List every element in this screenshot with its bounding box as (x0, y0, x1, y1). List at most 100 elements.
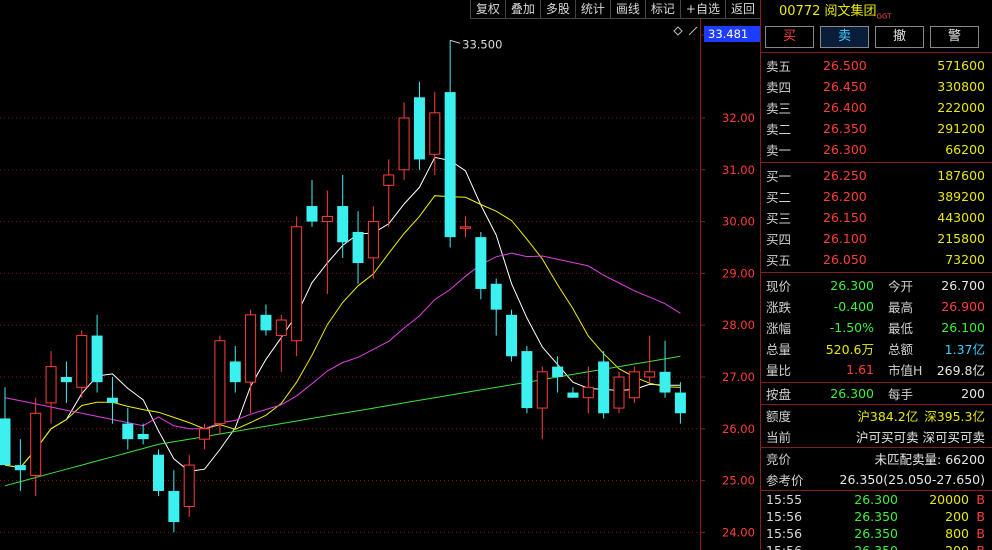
candle-body (199, 428, 211, 440)
bids-row-3[interactable]: 买四 26.100 215800 (761, 228, 992, 249)
candle[interactable] (521, 345, 533, 414)
y-tick-label: 30.00 (722, 215, 755, 229)
asks-volume: 330800 (937, 79, 985, 94)
trade-button-1[interactable]: 卖 (820, 26, 869, 48)
candle-body (582, 386, 594, 399)
candle-body (644, 371, 656, 378)
current-status: 沪可买可卖 深可买可卖 (856, 430, 985, 445)
toolbar-button-3[interactable]: 统计 (574, 0, 610, 19)
asks-volume: 222000 (937, 100, 985, 115)
asks-price: 26.350 (823, 121, 867, 136)
bids-row-2[interactable]: 买三 26.150 443000 (761, 207, 992, 228)
asks-row-3[interactable]: 卖二 26.350 291200 (761, 118, 992, 139)
asks-price: 26.300 (823, 142, 867, 157)
quote-value: 26.300 (830, 278, 874, 293)
toolbar-button-1[interactable]: 叠加 (504, 0, 540, 19)
candle-body (14, 465, 26, 471)
price-badge: 33.481 (708, 27, 748, 41)
candle-body (536, 371, 548, 409)
candle-body (444, 92, 456, 238)
trade-button-3[interactable]: 警 (930, 26, 979, 48)
candle-body (30, 412, 42, 476)
candle-body (45, 366, 57, 404)
bids-row-1[interactable]: 买二 26.200 389200 (761, 186, 992, 207)
candle[interactable] (291, 216, 303, 357)
candle[interactable] (628, 366, 640, 403)
candle-body (398, 117, 410, 171)
asks-row-4[interactable]: 卖一 26.300 66200 (761, 139, 992, 160)
candle-body (153, 454, 164, 491)
candle-body (659, 371, 671, 393)
toolbar-button-2[interactable]: 多股 (539, 0, 575, 19)
asks-volume: 291200 (937, 121, 985, 136)
stock-code: 00772 (779, 4, 821, 19)
candle[interactable] (613, 371, 625, 414)
bids-row-0[interactable]: 买一 26.250 187600 (761, 165, 992, 186)
trade-buttons: 买卖撤警 (761, 24, 992, 52)
y-tick-label: 25.00 (722, 474, 755, 488)
candle-body (183, 464, 195, 507)
candle[interactable] (76, 330, 88, 398)
candle-body (567, 392, 579, 398)
pankou-price: 26.300 (830, 386, 874, 401)
high-label: 33.500 (462, 37, 502, 51)
toolbar-button-7[interactable]: 返回 (724, 0, 760, 19)
asks-price: 26.500 (823, 58, 867, 73)
candle-body (91, 335, 103, 383)
toolbar-button-0[interactable]: 复权 (469, 0, 505, 19)
candle-body (214, 340, 226, 425)
ask-book: 卖五 26.500 571600 卖四 26.450 330800 卖三 26.400 2220… (761, 52, 992, 162)
toolbar-button-5[interactable]: 标记 (644, 0, 680, 19)
tick-row: 15:5626.350200B (761, 542, 992, 550)
candle-body (552, 366, 564, 377)
current-row: 当前 沪可买可卖 深可买可卖 (761, 426, 992, 447)
auction-text: 未匹配卖量: 66200 (874, 452, 985, 467)
candle-body (413, 97, 425, 160)
trade-button-0[interactable]: 买 (765, 26, 814, 48)
candle-body (106, 397, 118, 403)
candle-body (383, 174, 395, 186)
candle[interactable] (214, 335, 226, 434)
bids-volume: 187600 (937, 168, 985, 183)
ref-price: 26.350(25.050-27.650) (839, 472, 985, 487)
asks-row-2[interactable]: 卖三 26.400 222000 (761, 97, 992, 118)
candle-body (306, 206, 318, 222)
ggt-tag: GGT (876, 12, 892, 21)
quota-row: 额度 沪384.2亿 深395.3亿 (761, 404, 992, 426)
kline-chart[interactable]: 32.00 31.00 30.00 29.00 28.00 27.00 26.00 25.00… (0, 0, 760, 550)
bids-price: 26.100 (823, 231, 867, 246)
toolbar-button-6[interactable]: +自选 (679, 0, 725, 19)
bids-price: 26.050 (823, 252, 867, 267)
candle-body (76, 335, 88, 388)
stock-header: 00772 阅文集团GGT (761, 0, 992, 24)
candlestick-chart-area[interactable]: 32.00 31.00 30.00 29.00 28.00 27.00 26.00 25.00… (0, 0, 760, 550)
y-tick-label: 31.00 (722, 163, 755, 177)
bids-row-4[interactable]: 买五 26.050 73200 (761, 249, 992, 270)
candle[interactable] (153, 449, 164, 497)
tick-row: 15:5626.350200B (766, 509, 985, 524)
quote-value: 26.700 (941, 278, 985, 293)
candle-body (367, 221, 379, 259)
candle-body (506, 314, 518, 357)
auction-row: 竞价 未匹配卖量: 66200 (761, 447, 992, 469)
tick-row: 15:55 26.300 20000 B (766, 492, 985, 507)
asks-volume: 66200 (945, 142, 985, 157)
quote-value: 1.37亿 (944, 342, 985, 357)
toolbar-button-4[interactable]: 画线 (609, 0, 645, 19)
candle-body (245, 314, 257, 383)
candle-body (275, 319, 287, 337)
asks-row-0[interactable]: 卖五 26.500 571600 (761, 55, 992, 76)
candle[interactable] (506, 309, 518, 362)
trade-button-2[interactable]: 撤 (875, 26, 924, 48)
tick-list[interactable]: 15:55 26.300 20000 B 15:56 26.350 200 B 15:56 26.… (761, 490, 992, 550)
y-tick-label: 24.00 (722, 525, 755, 539)
asks-row-1[interactable]: 卖四 26.450 330800 (761, 76, 992, 97)
candle-body (0, 418, 11, 466)
y-tick-label: 26.00 (722, 422, 755, 436)
stock-name: 阅文集团 (824, 4, 877, 19)
candle-body (475, 237, 487, 289)
candle-body (260, 314, 272, 331)
candle-body (460, 226, 471, 229)
candle-body (352, 231, 364, 264)
quote-value: 1.61 (846, 362, 874, 377)
